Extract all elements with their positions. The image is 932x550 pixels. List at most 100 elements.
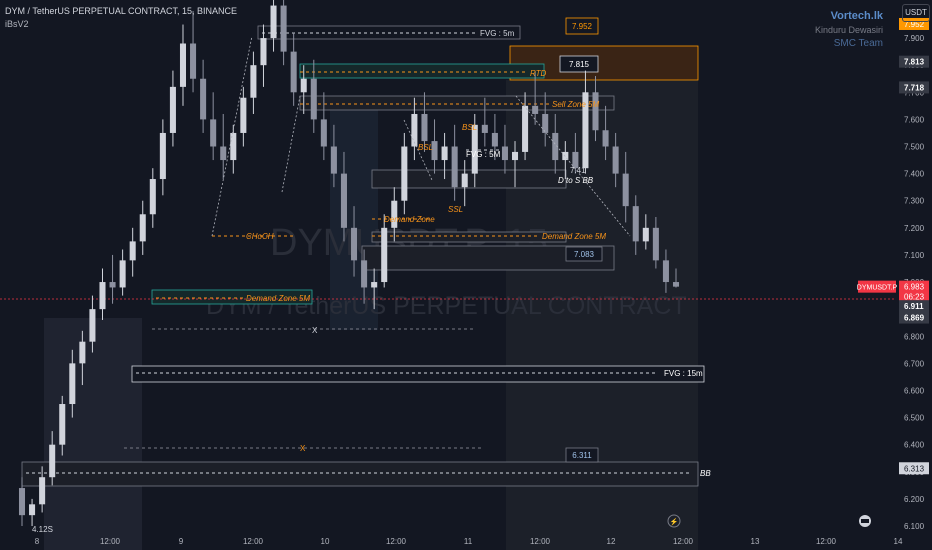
candle[interactable]	[240, 86, 247, 147]
candle-body	[149, 179, 156, 215]
trend-line	[281, 95, 301, 193]
price-tick: 6.400	[904, 441, 925, 450]
price-tick: 7.900	[904, 34, 925, 43]
time-tick: 12:00	[816, 537, 837, 546]
time-tick: 13	[751, 537, 760, 546]
candle[interactable]	[159, 119, 166, 196]
time-axis: 8 12:00 9 12:00 10 12:00 11 12:00 12 12:00 13 12:00…	[35, 537, 903, 546]
candle-body	[542, 113, 549, 133]
candle[interactable]	[179, 24, 187, 106]
candle-body	[491, 132, 498, 147]
candle-body	[39, 477, 46, 505]
candle-body	[79, 341, 86, 364]
candle[interactable]	[270, 0, 277, 52]
candle-body	[210, 119, 217, 147]
candle-body	[240, 97, 247, 133]
candle-body	[190, 43, 197, 79]
candle[interactable]	[190, 10, 197, 93]
d-to-s-label: D to S BB	[558, 176, 594, 185]
candle[interactable]	[200, 59, 207, 133]
brand-team: SMC Team	[833, 38, 883, 49]
candle-body	[411, 113, 418, 147]
price-tick: 7.200	[904, 224, 925, 233]
time-tick: 9	[179, 537, 184, 546]
candle-body	[260, 38, 267, 66]
candle[interactable]	[290, 32, 297, 106]
candle[interactable]	[139, 200, 146, 255]
candle[interactable]	[250, 51, 257, 114]
time-tick: 10	[321, 537, 330, 546]
price-tick: 7.100	[904, 251, 925, 260]
price-axis: 6.1006.2006.3006.4006.5006.6006.7006.800…	[857, 0, 932, 550]
candle[interactable]	[401, 132, 408, 215]
level-7083-label: 7.083	[574, 250, 595, 259]
rtd-label: RTD	[530, 69, 547, 78]
chart[interactable]: DYMUSDT.P, 15DYM / TetherUS PERPETUAL CO…	[0, 0, 932, 550]
fvg-15m-label: FVG : 15m	[664, 369, 703, 378]
candle[interactable]	[210, 92, 217, 161]
candle-body	[632, 206, 639, 242]
candle-body	[461, 173, 468, 188]
candle-body	[230, 132, 237, 161]
candle-body	[200, 78, 207, 120]
candle-body	[290, 51, 297, 93]
bb-zone-box	[21, 461, 699, 487]
price-tick: 6.500	[904, 414, 925, 423]
candle[interactable]	[461, 160, 468, 207]
candle[interactable]	[451, 124, 458, 201]
price-tick: 7.400	[904, 170, 925, 179]
candle-body	[330, 146, 337, 174]
price-tick: 6.600	[904, 386, 925, 395]
price-tick: 7.500	[904, 143, 925, 152]
candle[interactable]	[280, 0, 287, 66]
price-badge-label: 6.983	[904, 283, 925, 292]
fvg-15m-box	[131, 365, 705, 383]
x-marker: X	[312, 326, 318, 335]
candle-body	[622, 173, 629, 207]
currency-button[interactable]: USDT	[902, 4, 930, 22]
price-tick: 6.200	[904, 495, 925, 504]
candle-body	[250, 65, 257, 98]
time-tick: 12:00	[100, 537, 121, 546]
candle-body	[451, 146, 458, 188]
shaded-region	[44, 318, 142, 550]
candle[interactable]	[29, 498, 36, 526]
candle[interactable]	[119, 249, 126, 296]
d-to-s-box	[371, 169, 567, 189]
time-tick: 8	[35, 537, 40, 546]
candle-body	[672, 282, 680, 287]
candle-body	[270, 5, 277, 39]
candle-body	[612, 146, 619, 174]
price-tick: 6.700	[904, 359, 925, 368]
candle[interactable]	[169, 70, 176, 147]
candle[interactable]	[230, 124, 237, 174]
entry-price-label: 7.815	[569, 60, 590, 69]
price-tick: 7.300	[904, 197, 925, 206]
rtd-box	[299, 63, 545, 79]
tradingview-icon-mark	[861, 519, 869, 523]
time-tick: 12:00	[386, 537, 407, 546]
price-tick: 6.800	[904, 332, 925, 341]
brand-person: Kinduru Dewasiri	[814, 25, 883, 35]
time-tick: 12:00	[673, 537, 694, 546]
candle-body	[49, 444, 56, 478]
price-badge-label: 6.911	[904, 302, 924, 311]
time-tick: 11	[464, 537, 473, 546]
candle-body	[129, 241, 136, 261]
tradingview-icon[interactable]	[859, 515, 871, 527]
candle-body	[481, 124, 488, 133]
indicator-label[interactable]: iBsV2	[5, 19, 29, 29]
candle-body	[441, 146, 448, 161]
candle-body	[401, 146, 408, 201]
candle-body	[18, 488, 26, 516]
level-6311-label: 6.311	[572, 451, 592, 460]
candle[interactable]	[99, 268, 106, 320]
candle[interactable]	[109, 254, 116, 304]
candle[interactable]	[149, 168, 156, 228]
price-badge-label: 7.718	[904, 83, 925, 92]
candle[interactable]	[129, 227, 136, 277]
candle-body	[361, 260, 368, 288]
candle-body	[300, 78, 307, 93]
candle-body	[119, 260, 126, 288]
time-tick: 12:00	[243, 537, 264, 546]
